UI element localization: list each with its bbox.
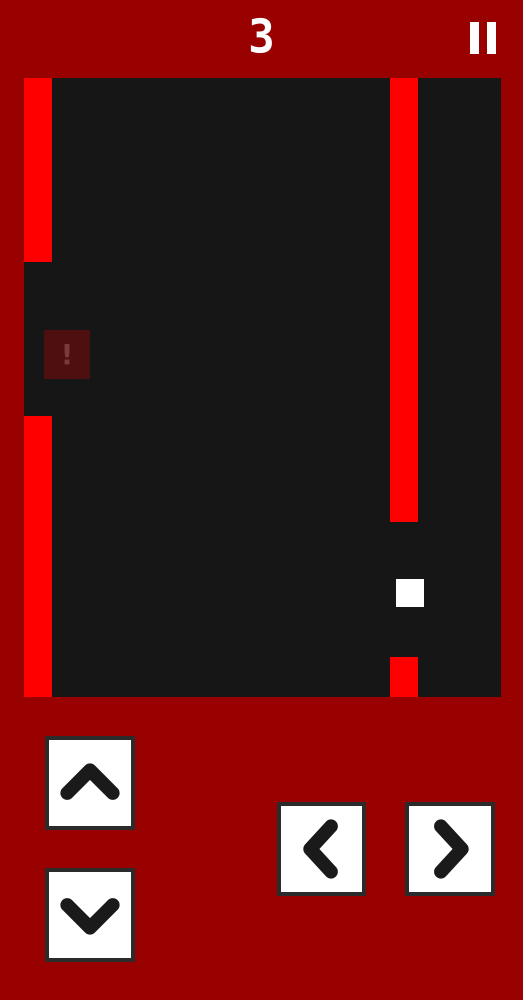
player-square bbox=[396, 579, 424, 607]
right-wall-upper bbox=[390, 78, 418, 522]
pause-icon-bar-left bbox=[470, 22, 479, 54]
pause-icon-bar-right bbox=[487, 22, 496, 54]
chevron-left-icon bbox=[303, 819, 338, 879]
chevron-up-icon bbox=[60, 763, 120, 800]
left-wall-lower bbox=[24, 416, 52, 697]
game-arena: ! bbox=[24, 78, 501, 697]
down-button[interactable] bbox=[45, 868, 135, 962]
warning-marker: ! bbox=[44, 330, 90, 379]
right-wall-lower bbox=[390, 657, 418, 697]
score-display: 3 bbox=[248, 10, 275, 65]
pause-button[interactable] bbox=[468, 22, 498, 54]
right-button[interactable] bbox=[405, 802, 495, 896]
left-button[interactable] bbox=[277, 802, 366, 896]
chevron-right-icon bbox=[434, 819, 469, 879]
chevron-down-icon bbox=[60, 898, 120, 935]
left-wall-upper bbox=[24, 78, 52, 262]
up-button[interactable] bbox=[45, 736, 135, 830]
